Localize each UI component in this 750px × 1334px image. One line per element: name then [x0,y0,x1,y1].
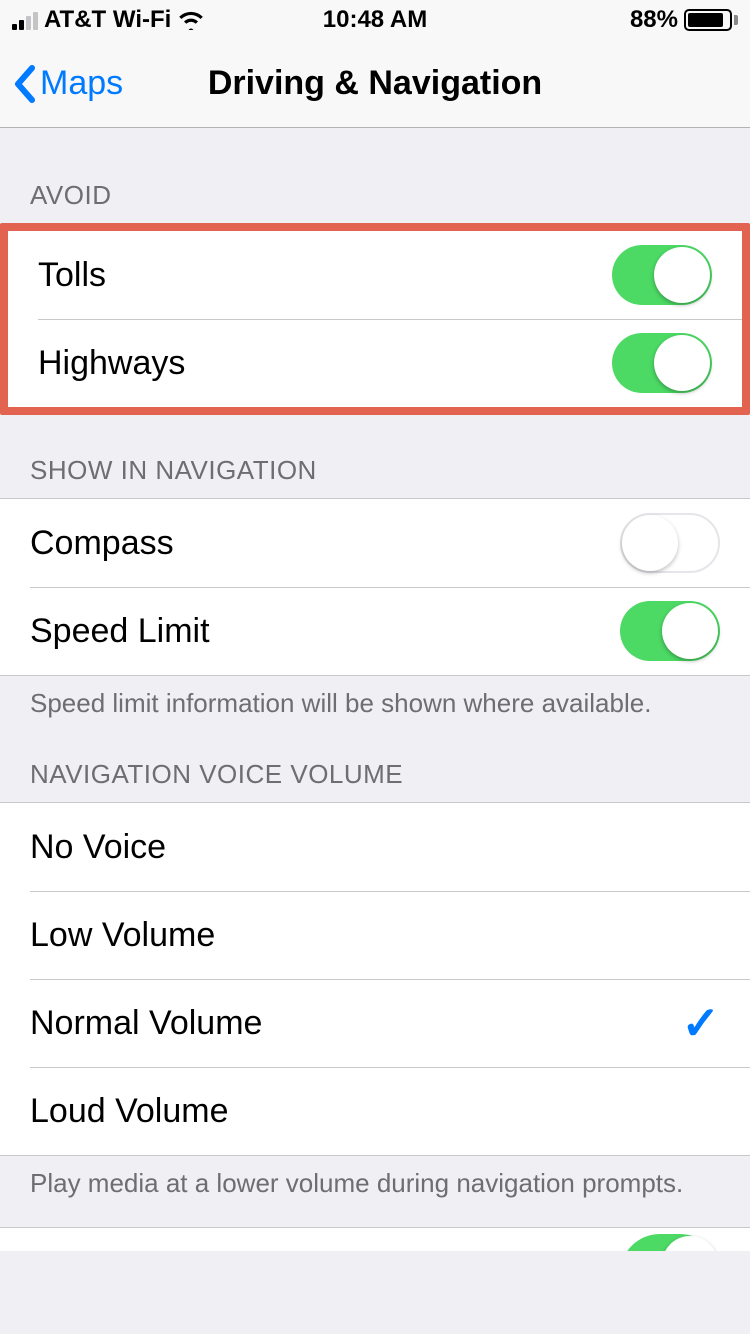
toggle-tolls[interactable] [612,245,712,305]
row-label: Compass [30,524,174,563]
row-voice-none[interactable]: No Voice [0,803,750,891]
toggle-speed-limit[interactable] [620,601,720,661]
chevron-left-icon [12,64,36,104]
back-button[interactable]: Maps [12,64,123,104]
row-voice-normal[interactable]: Normal Volume ✓ [0,979,750,1067]
status-time: 10:48 AM [323,6,427,34]
status-left: AT&T Wi-Fi [12,6,205,34]
carrier-label: AT&T Wi-Fi [44,6,171,34]
checkmark-icon: ✓ [681,996,720,1050]
row-avoid-tolls[interactable]: Tolls [8,231,742,319]
back-label: Maps [40,64,123,103]
row-label: Highways [38,344,185,383]
voice-group: No Voice Low Volume Normal Volume ✓ Loud… [0,802,750,1156]
row-label: Loud Volume [30,1092,229,1131]
toggle-compass[interactable] [620,513,720,573]
row-label: Normal Volume [30,1004,262,1043]
footer-speed-limit: Speed limit information will be shown wh… [0,676,750,719]
toggle-highways[interactable] [612,333,712,393]
show-in-nav-group: Compass Speed Limit [0,498,750,676]
row-label: Speed Limit [30,612,210,651]
battery-icon [684,9,738,31]
row-label: Low Volume [30,916,215,955]
row-speed-limit[interactable]: Speed Limit [0,587,750,675]
wifi-icon [177,10,205,30]
avoid-group-highlight: Tolls Highways [0,223,750,415]
status-bar: AT&T Wi-Fi 10:48 AM 88% [0,0,750,40]
cellular-signal-icon [12,10,38,30]
row-compass[interactable]: Compass [0,499,750,587]
status-right: 88% [630,6,738,34]
page-title: Driving & Navigation [208,64,542,103]
section-header-avoid: AVOID [0,128,750,223]
battery-percentage: 88% [630,6,678,34]
row-voice-loud[interactable]: Loud Volume [0,1067,750,1155]
partial-next-row[interactable] [0,1227,750,1251]
section-header-show-in-nav: SHOW IN NAVIGATION [0,415,750,498]
row-label: Tolls [38,256,106,295]
toggle-partial[interactable] [620,1234,720,1251]
row-voice-low[interactable]: Low Volume [0,891,750,979]
section-header-voice: NAVIGATION VOICE VOLUME [0,719,750,802]
footer-voice: Play media at a lower volume during navi… [0,1156,750,1199]
row-label: No Voice [30,828,166,867]
row-avoid-highways[interactable]: Highways [8,319,742,407]
nav-header: Maps Driving & Navigation [0,40,750,128]
